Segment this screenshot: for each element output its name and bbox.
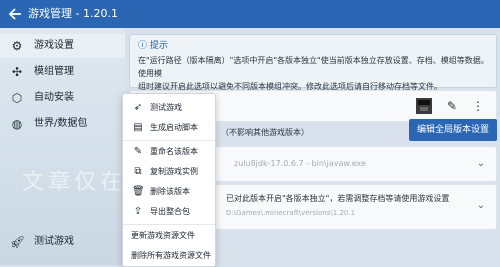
more-options-icon[interactable]: ⋮ bbox=[470, 98, 486, 114]
tip-line-1: 在"运行路径（版本隔离）"选项中开启"各版本独立"使当前版本独立存放设置、存档、… bbox=[138, 56, 489, 78]
rocket-icon: 🚀︎ bbox=[10, 235, 26, 249]
pencil-icon: ✎ bbox=[133, 146, 143, 157]
isolation-status-text: 已对此版本开启"各版本独立"，若需调整存档等请使用游戏设置 bbox=[226, 194, 450, 203]
sidebar: ⚙ 游戏设置 ✣ 模组管理 ⬡ 自动安装 ◍ 世界/数据包 🚀︎ 测试游戏 bbox=[0, 28, 125, 265]
menu-item-update-resources[interactable]: 更新游戏资源文件 bbox=[123, 226, 215, 246]
menu-item-label: 重命名该版本 bbox=[150, 147, 198, 156]
menu-item-label: 更新游戏资源文件 bbox=[131, 231, 195, 240]
sidebar-item-auto-install[interactable]: ⬡ 自动安装 bbox=[0, 86, 125, 110]
menu-item-test-game[interactable]: ➶ 测试游戏 bbox=[123, 98, 215, 118]
menu-item-label: 删除该版本 bbox=[150, 187, 190, 196]
menu-item-delete-resources[interactable]: 删除所有游戏资源文件 bbox=[123, 246, 215, 266]
puzzle-icon: ✣ bbox=[11, 65, 23, 79]
sidebar-item-mod-management[interactable]: ✣ 模组管理 bbox=[0, 60, 125, 84]
copy-icon: ⧉ bbox=[134, 166, 142, 177]
trash-icon: 🗑︎ bbox=[132, 186, 145, 197]
sidebar-item-label: 游戏设置 bbox=[34, 40, 74, 51]
tip-heading: ⓘ 提示 bbox=[138, 41, 168, 51]
menu-item-label: 测试游戏 bbox=[150, 103, 182, 112]
menu-item-label: 复制游戏实例 bbox=[150, 167, 198, 176]
package-icon: ⬡ bbox=[11, 91, 23, 105]
sidebar-item-label: 自动安装 bbox=[34, 92, 74, 103]
sidebar-item-label: 模组管理 bbox=[34, 66, 74, 77]
title-bar: 游戏管理 - 1.20.1 bbox=[0, 0, 500, 28]
test-game-label: 测试游戏 bbox=[34, 236, 74, 247]
menu-item-label: 生成启动脚本 bbox=[150, 123, 198, 132]
isolation-note: （不影响其他游戏版本） bbox=[221, 128, 309, 137]
tip-heading-text: 提示 bbox=[149, 41, 168, 51]
chevron-down-icon[interactable]: ⌄ bbox=[474, 199, 488, 213]
sidebar-item-game-settings[interactable]: ⚙ 游戏设置 bbox=[0, 34, 125, 58]
java-path-value: zulu8jdk-17.0.6.7 - bin\javaw.exe bbox=[234, 159, 366, 168]
menu-divider bbox=[123, 224, 215, 225]
minecraft-block-icon bbox=[416, 98, 432, 114]
menu-item-rename[interactable]: ✎ 重命名该版本 bbox=[123, 142, 215, 162]
sidebar-item-label: 世界/数据包 bbox=[34, 118, 88, 129]
chevron-down-icon[interactable]: ⌄ bbox=[474, 157, 488, 171]
edit-global-settings-button[interactable]: 编辑全局版本设置 bbox=[409, 119, 497, 141]
isolation-path-text: D:\Games\.minecraft\versions\1.20.1 bbox=[226, 209, 356, 217]
rocket-icon: ➶ bbox=[133, 102, 143, 113]
window-title: 游戏管理 - 1.20.1 bbox=[28, 7, 118, 20]
globe-icon: ◍ bbox=[11, 117, 23, 131]
menu-item-label: 删除所有游戏资源文件 bbox=[131, 251, 211, 260]
context-menu: ➶ 测试游戏 ▤ 生成启动脚本 ✎ 重命名该版本 ⧉ 复制游戏实例 🗑︎ 删除该… bbox=[122, 93, 216, 267]
menu-divider bbox=[123, 140, 215, 141]
tip-body: 在"运行路径（版本隔离）"选项中开启"各版本独立"使当前版本独立存放设置、存档、… bbox=[138, 54, 492, 93]
script-icon: ▤ bbox=[133, 122, 143, 133]
export-icon: ⇪ bbox=[133, 206, 143, 217]
menu-item-delete-version[interactable]: 🗑︎ 删除该版本 bbox=[123, 182, 215, 202]
menu-item-label: 导出整合包 bbox=[150, 207, 190, 216]
menu-item-copy-instance[interactable]: ⧉ 复制游戏实例 bbox=[123, 162, 215, 182]
tip-card: ⓘ 提示 在"运行路径（版本隔离）"选项中开启"各版本独立"使当前版本独立存放设… bbox=[129, 34, 497, 91]
gear-icon: ⚙ bbox=[11, 39, 23, 53]
menu-item-export-modpack[interactable]: ⇪ 导出整合包 bbox=[123, 202, 215, 222]
menu-item-generate-script[interactable]: ▤ 生成启动脚本 bbox=[123, 118, 215, 138]
sidebar-test-game-button[interactable]: 🚀︎ 测试游戏 bbox=[0, 230, 125, 254]
back-arrow-icon[interactable] bbox=[6, 4, 26, 24]
edit-pencil-icon[interactable]: ✎ bbox=[444, 98, 460, 114]
sidebar-item-worlds-datapacks[interactable]: ◍ 世界/数据包 bbox=[0, 112, 125, 136]
